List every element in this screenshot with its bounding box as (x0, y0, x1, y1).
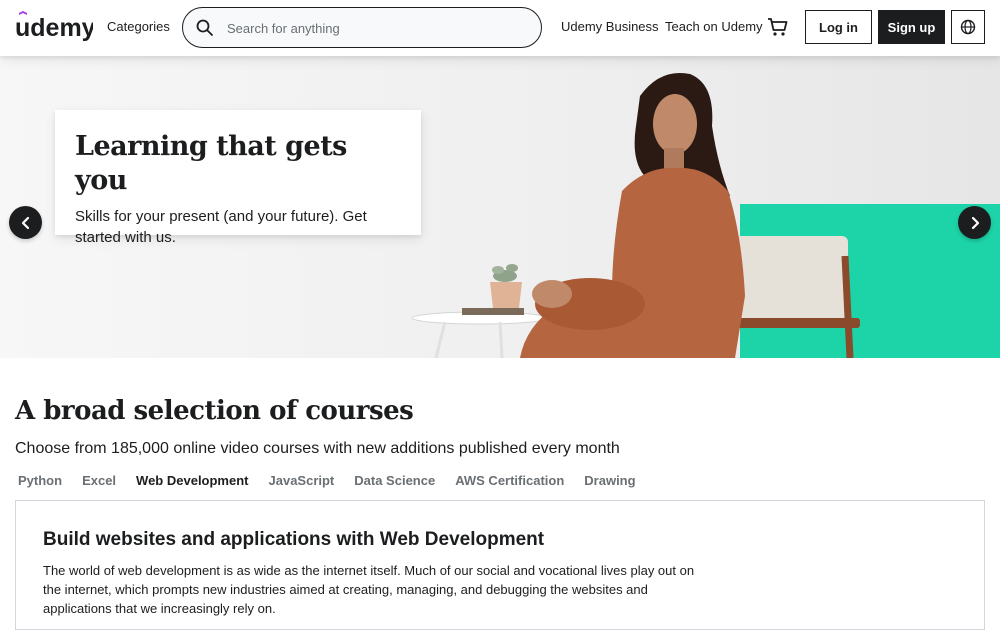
carousel-prev-button[interactable] (9, 206, 42, 239)
section-subtitle: Choose from 185,000 online video courses… (15, 440, 620, 457)
hero-title: Learning that gets you (75, 131, 347, 196)
carousel-next-button[interactable] (958, 206, 991, 239)
tab-panel: Build websites and applications with Web… (15, 500, 985, 630)
chevron-left-icon (21, 216, 29, 229)
tab-excel[interactable]: Excel (82, 473, 116, 488)
tab-aws-certification[interactable]: AWS Certification (455, 473, 564, 488)
udemy-business-link[interactable]: Udemy Business (561, 19, 659, 34)
logo-text: udemy (15, 14, 93, 42)
udemy-logo[interactable]: udemy (15, 11, 93, 43)
course-tabs: Python Excel Web Development JavaScript … (18, 473, 656, 488)
hero-card: Learning that gets you Skills for your p… (55, 110, 421, 246)
globe-icon (960, 19, 976, 35)
teach-on-udemy-link[interactable]: Teach on Udemy (665, 19, 763, 34)
section-title: A broad selection of courses (15, 396, 414, 426)
chevron-right-icon (971, 216, 979, 229)
search-icon[interactable] (195, 18, 215, 38)
panel-title: Build websites and applications with Web… (43, 529, 545, 550)
language-button[interactable] (951, 10, 985, 44)
hero-banner: Learning that gets you Skills for your p… (0, 56, 1000, 358)
tab-python[interactable]: Python (18, 473, 62, 488)
categories-menu[interactable]: Categories (107, 19, 170, 34)
login-button[interactable]: Log in (805, 10, 872, 44)
panel-text: The world of web development is as wide … (43, 563, 695, 616)
search-input[interactable] (227, 18, 527, 38)
top-nav: udemy Categories Udemy Business Teach on… (0, 0, 1000, 56)
tab-data-science[interactable]: Data Science (354, 473, 435, 488)
tab-drawing[interactable]: Drawing (584, 473, 635, 488)
tab-web-development[interactable]: Web Development (136, 473, 248, 488)
hero-text: Skills for your present (and your future… (75, 208, 367, 246)
search-bar[interactable] (182, 7, 542, 48)
signup-button[interactable]: Sign up (878, 10, 945, 44)
tab-javascript[interactable]: JavaScript (269, 473, 335, 488)
cart-icon[interactable] (767, 16, 789, 38)
